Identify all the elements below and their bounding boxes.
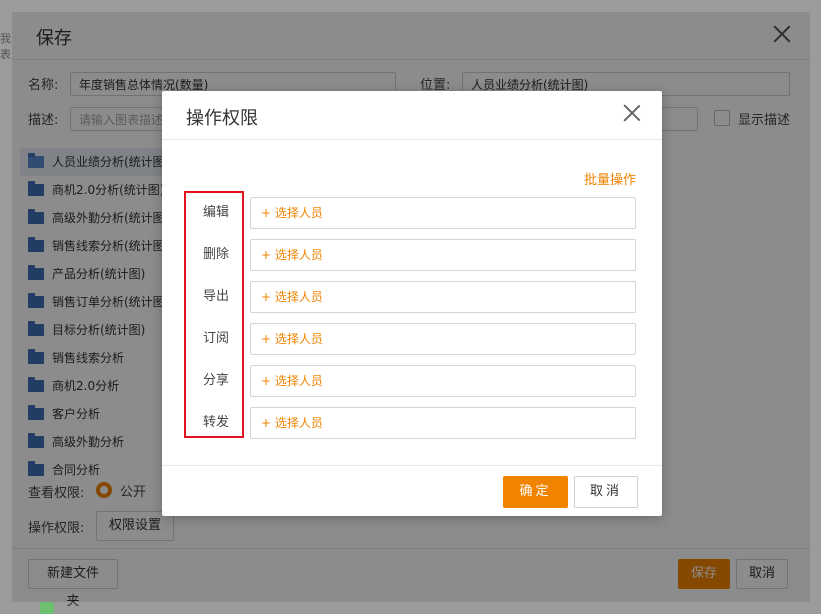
op-perm-label: 操作权限: xyxy=(28,521,85,536)
tree-item-label: 产品分析(统计图) xyxy=(52,267,146,281)
select-users-field[interactable]: + 选择人员 xyxy=(250,323,636,355)
tree-item-label: 高级外勤分析 xyxy=(52,435,125,449)
save-dialog-title: 保存 xyxy=(36,28,72,49)
show-desc-label: 显示描述 xyxy=(738,113,791,128)
permission-label: 编辑 xyxy=(202,205,229,220)
permission-label: 分享 xyxy=(202,373,229,388)
public-radio[interactable] xyxy=(96,482,112,498)
tree-item-label: 客户分析 xyxy=(52,407,101,421)
background-fragment: 我表 xyxy=(0,32,11,61)
tree-item-label: 高级外勤分析(统计图 xyxy=(52,211,165,225)
permission-row-share: 分享 + 选择人员 xyxy=(162,365,662,407)
save-dialog-header: 保存 xyxy=(12,12,810,60)
folder-icon xyxy=(28,405,44,420)
select-users-field[interactable]: + 选择人员 xyxy=(250,239,636,271)
tree-item-label: 商机2.0分析 xyxy=(52,379,120,393)
select-users-field[interactable]: + 选择人员 xyxy=(250,365,636,397)
permission-label: 导出 xyxy=(202,289,229,304)
permission-label: 删除 xyxy=(202,247,229,262)
show-desc-checkbox[interactable] xyxy=(714,110,730,126)
cancel-button[interactable]: 取消 xyxy=(736,559,788,589)
permission-rows: 编辑 + 选择人员 删除 + 选择人员 导出 + 选择人员 订阅 + 选择人员 … xyxy=(162,197,662,449)
close-icon[interactable] xyxy=(770,22,794,46)
tree-item-label: 销售线索分析 xyxy=(52,351,125,365)
folder-icon xyxy=(28,181,44,196)
permission-row-edit: 编辑 + 选择人员 xyxy=(162,197,662,239)
select-users-field[interactable]: + 选择人员 xyxy=(250,197,636,229)
save-button[interactable]: 保存 xyxy=(678,559,730,589)
tree-item-label: 销售订单分析(统计图 xyxy=(52,295,165,309)
tree-item-label: 商机2.0分析(统计图) xyxy=(52,183,165,197)
close-icon[interactable] xyxy=(622,103,642,123)
name-label: 名称: xyxy=(28,78,59,93)
permission-row-delete: 删除 + 选择人员 xyxy=(162,239,662,281)
folder-icon xyxy=(28,209,44,224)
confirm-button[interactable]: 确定 xyxy=(503,476,568,508)
folder-icon xyxy=(28,349,44,364)
folder-icon xyxy=(28,293,44,308)
folder-open-icon xyxy=(28,153,44,168)
permissions-dialog: 操作权限 批量操作 编辑 + 选择人员 删除 + 选择人员 导出 + 选择人员 … xyxy=(162,91,662,516)
tree-item-label: 目标分析(统计图) xyxy=(52,323,146,337)
divider xyxy=(162,465,662,466)
divider xyxy=(12,548,810,549)
desc-label: 描述: xyxy=(28,113,59,128)
permission-label: 转发 xyxy=(202,415,229,430)
tree-item-label: 销售线索分析(统计图 xyxy=(52,239,165,253)
select-users-field[interactable]: + 选择人员 xyxy=(250,407,636,439)
folder-icon xyxy=(28,265,44,280)
view-perm-label: 查看权限: xyxy=(28,486,85,501)
permissions-dialog-header: 操作权限 xyxy=(162,91,662,140)
cancel-button[interactable]: 取消 xyxy=(574,476,638,508)
tree-item-label: 人员业绩分析(统计图 xyxy=(52,155,165,169)
folder-icon xyxy=(28,321,44,336)
permission-row-forward: 转发 + 选择人员 xyxy=(162,407,662,449)
folder-icon xyxy=(28,377,44,392)
permission-label: 订阅 xyxy=(202,331,229,346)
permission-row-export: 导出 + 选择人员 xyxy=(162,281,662,323)
tree-item-label: 合同分析 xyxy=(52,463,101,477)
batch-operation-link[interactable]: 批量操作 xyxy=(584,169,636,188)
folder-icon xyxy=(28,237,44,252)
permissions-dialog-title: 操作权限 xyxy=(186,108,258,129)
permission-row-subscribe: 订阅 + 选择人员 xyxy=(162,323,662,365)
folder-icon xyxy=(28,461,44,476)
select-users-field[interactable]: + 选择人员 xyxy=(250,281,636,313)
new-folder-button[interactable]: 新建文件夹 xyxy=(28,559,118,609)
folder-icon xyxy=(28,433,44,448)
public-radio-label: 公开 xyxy=(120,485,147,500)
